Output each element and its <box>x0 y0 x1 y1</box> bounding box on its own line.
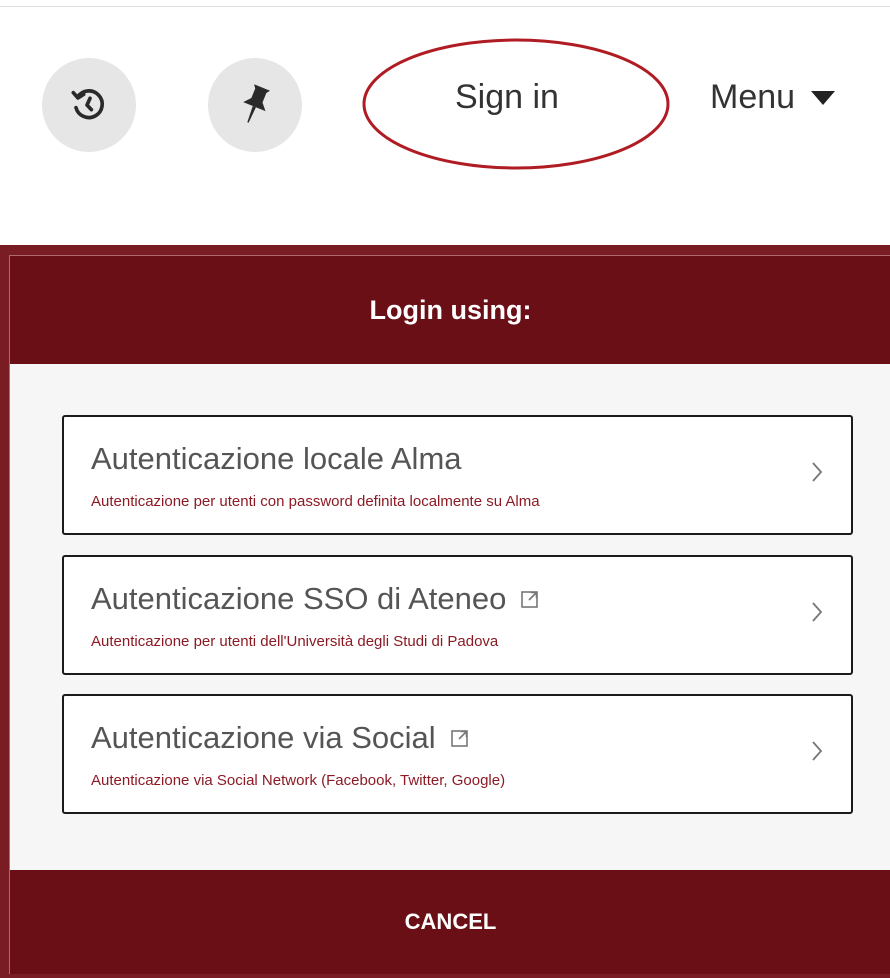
login-option-social[interactable]: Autenticazione via Social Autenticazione… <box>62 694 853 814</box>
caret-down-icon <box>811 90 836 105</box>
sign-in-link[interactable]: Sign in <box>455 78 559 117</box>
external-link-icon <box>520 589 540 609</box>
cancel-label: CANCEL <box>404 909 497 934</box>
history-icon <box>71 89 105 120</box>
top-bar: Sign in Menu <box>0 0 890 210</box>
option-title: Autenticazione via Social <box>91 720 470 756</box>
option-subtitle: Autenticazione per utenti con password d… <box>91 493 540 510</box>
login-option-sso[interactable]: Autenticazione SSO di Ateneo Autenticazi… <box>62 555 853 675</box>
option-subtitle: Autenticazione via Social Network (Faceb… <box>91 772 506 789</box>
external-link-icon <box>450 728 470 748</box>
menu-dropdown[interactable]: Menu <box>710 78 836 117</box>
option-title: Autenticazione SSO di Ateneo <box>91 581 540 617</box>
chevron-right-icon <box>812 602 823 622</box>
pin-button[interactable] <box>208 58 302 152</box>
option-subtitle: Autenticazione per utenti dell'Universit… <box>91 633 499 650</box>
cancel-button[interactable]: CANCEL <box>10 870 890 974</box>
pin-icon <box>243 84 271 123</box>
login-dialog: Login using: Autenticazione locale Alma … <box>9 255 890 974</box>
login-option-alma[interactable]: Autenticazione locale Alma Autenticazion… <box>62 415 853 535</box>
option-title: Autenticazione locale Alma <box>91 441 462 476</box>
menu-label: Menu <box>710 78 796 116</box>
history-button[interactable] <box>42 58 136 152</box>
dialog-title: Login using: <box>369 294 532 325</box>
chevron-right-icon <box>812 741 823 761</box>
dialog-header: Login using: <box>10 256 890 364</box>
chevron-right-icon <box>812 462 823 482</box>
